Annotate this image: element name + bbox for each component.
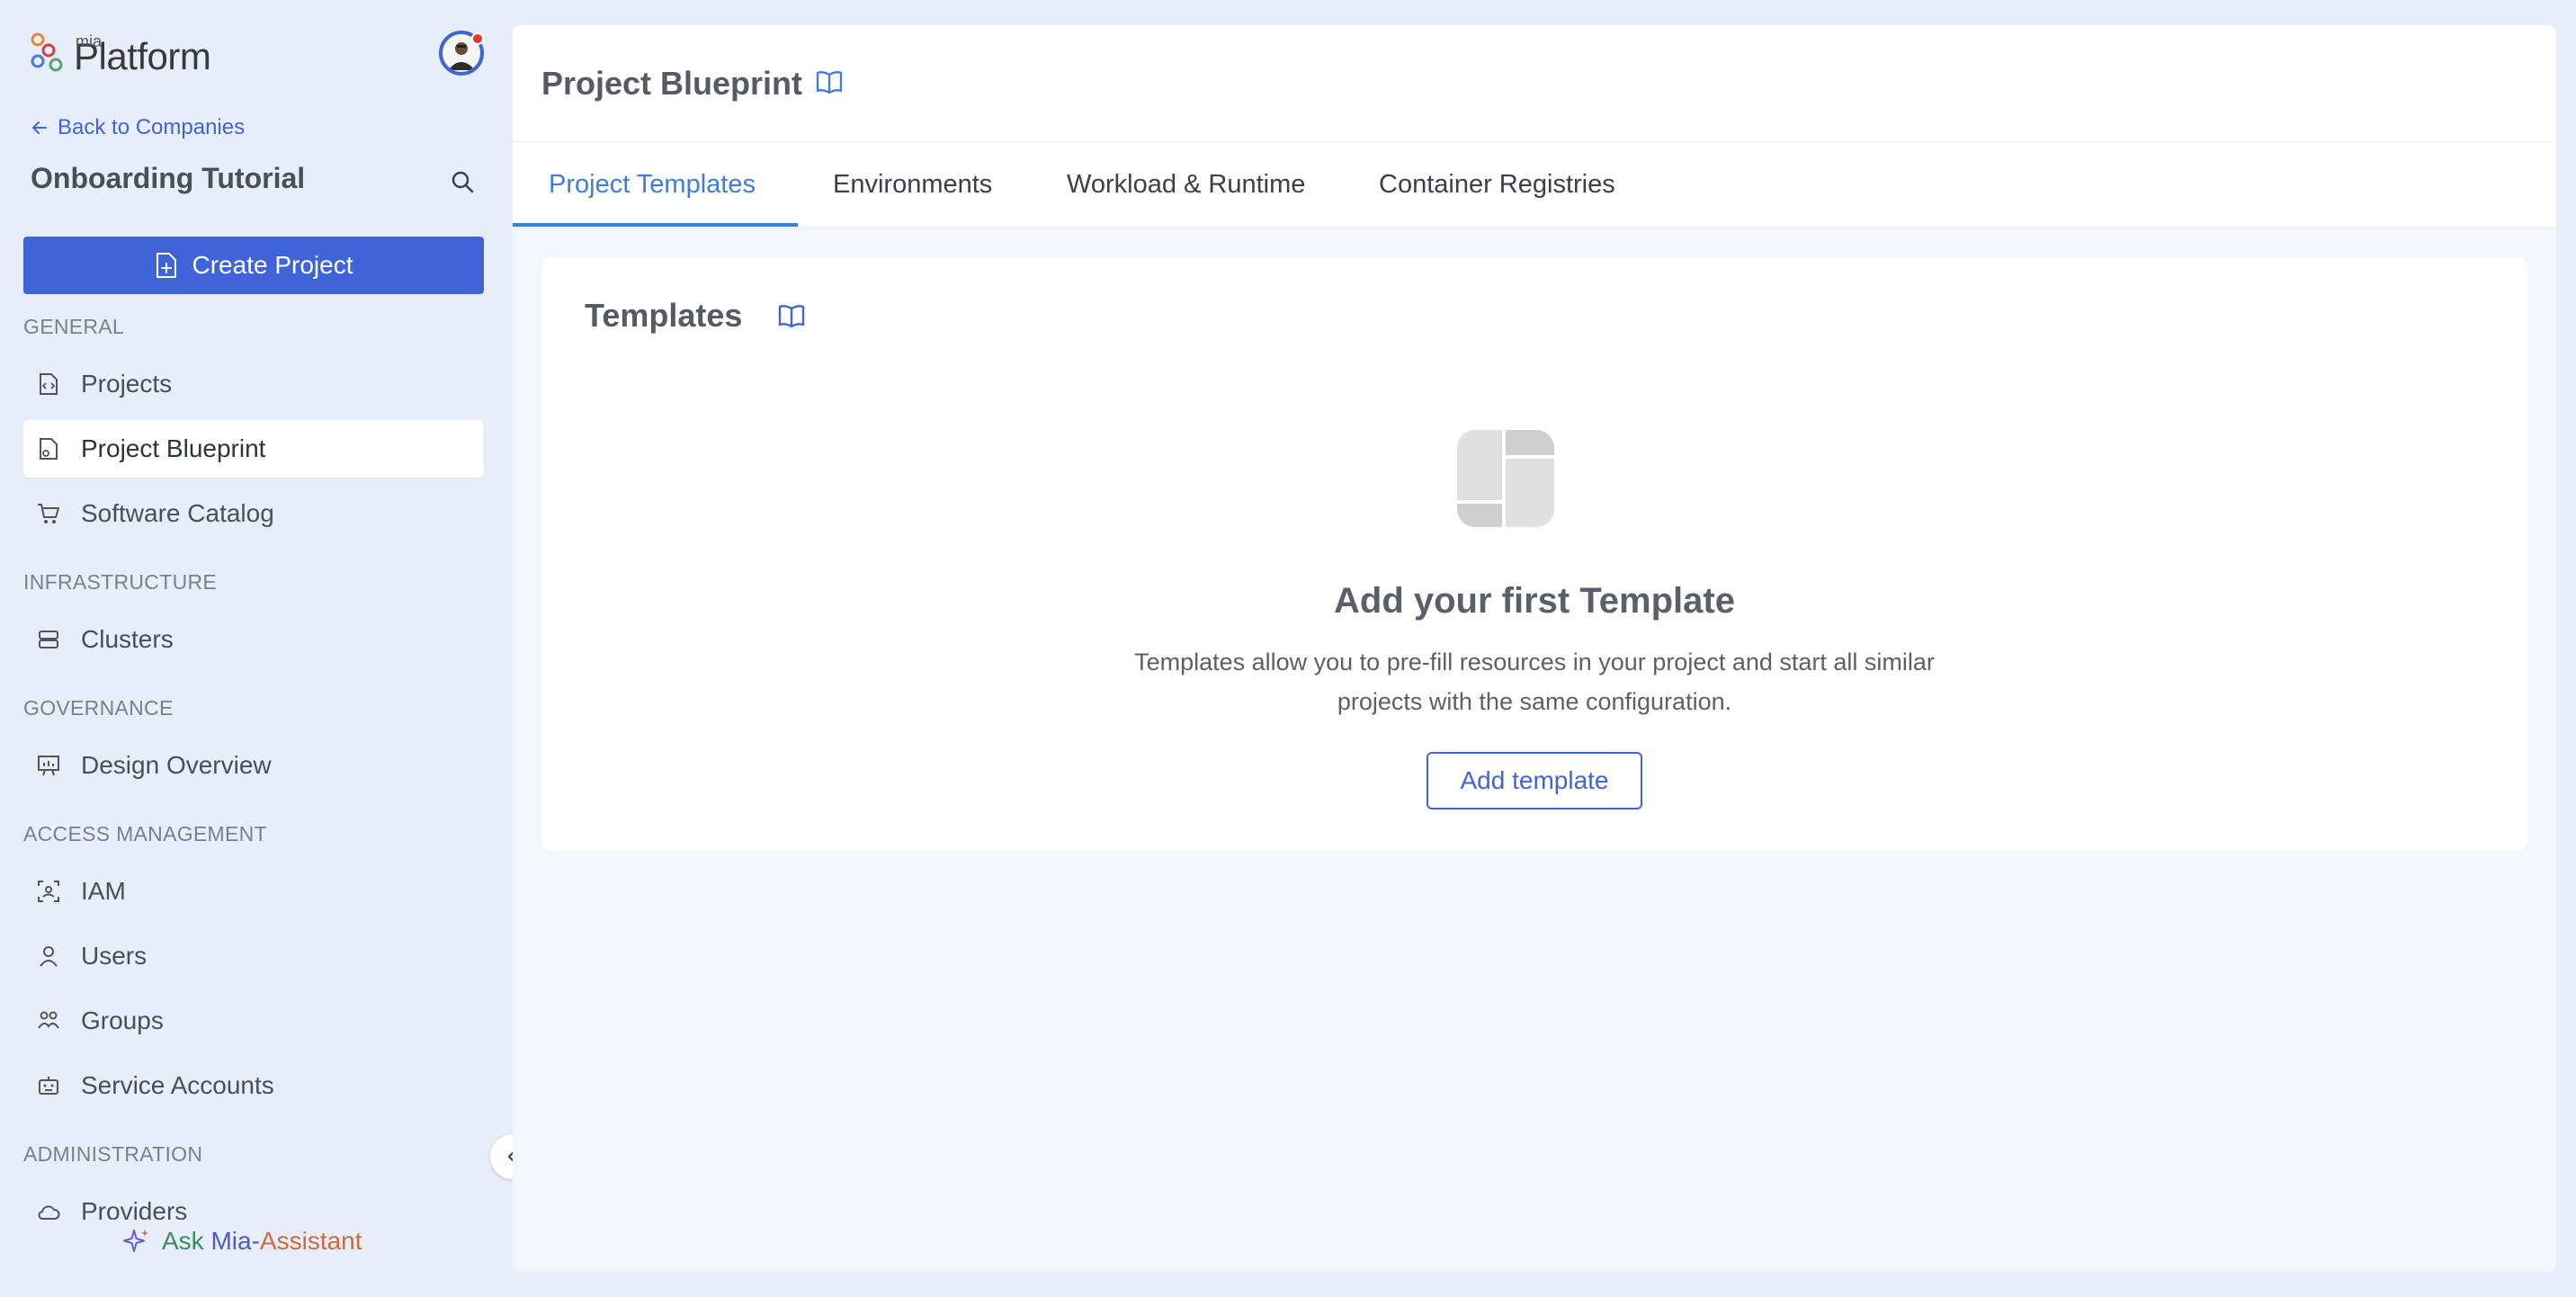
page-header: Project Blueprint [513, 25, 2556, 142]
file-plus-icon [156, 253, 176, 278]
presentation-icon [38, 756, 59, 776]
server-icon [39, 631, 58, 648]
notification-dot [471, 32, 484, 45]
sidebar-item-label: IAM [81, 877, 126, 905]
sidebar-item-users[interactable]: Users [23, 927, 484, 985]
file-settings-icon [40, 438, 58, 460]
tab-bar: Project Templates Environments Workload … [513, 142, 2556, 227]
sidebar: mia Platform Back to Companies Onboardin… [0, 0, 513, 1297]
user-icon [40, 946, 58, 967]
search-button[interactable] [444, 164, 480, 200]
robot-icon [39, 1077, 58, 1095]
main-content: Project Blueprint Project Templates Envi… [513, 25, 2556, 1272]
sidebar-item-label: Groups [81, 1006, 164, 1034]
sidebar-scroll-clip: Providers [0, 1178, 513, 1220]
active-tab-indicator [513, 223, 798, 227]
sidebar-item-service-accounts[interactable]: Service Accounts [23, 1057, 484, 1114]
sidebar-item-iam[interactable]: IAM [23, 863, 484, 920]
sidebar-item-label: Users [81, 942, 148, 970]
tab-workload-runtime[interactable]: Workload & Runtime [1067, 142, 1305, 227]
sidebar-item-label: Service Accounts [81, 1071, 274, 1099]
section-administration: ADMINISTRATION [23, 1142, 203, 1166]
empty-state-description: Templates allow you to pre-fill resource… [1134, 648, 1935, 715]
tab-container-registries[interactable]: Container Registries [1379, 142, 1615, 227]
book-icon[interactable] [777, 302, 806, 329]
sidebar-item-label: Software Catalog [81, 499, 274, 527]
create-project-label: Create Project [192, 251, 353, 279]
user-scan-icon [38, 881, 59, 902]
sidebar-item-providers[interactable]: Providers [23, 1183, 484, 1220]
assistant-name-text: Assistant [259, 1227, 362, 1255]
assistant-ask-text: Ask [162, 1227, 204, 1255]
users-group-icon [38, 1011, 59, 1029]
search-icon [452, 171, 474, 193]
section-access-management: ACCESS MANAGEMENT [23, 822, 267, 845]
add-template-button[interactable]: Add template [1427, 752, 1642, 810]
sidebar-item-projects[interactable]: Projects [23, 355, 484, 413]
templates-title: Templates [585, 297, 743, 334]
sidebar-item-groups[interactable]: Groups [23, 992, 484, 1050]
create-project-button[interactable]: Create Project [23, 237, 484, 294]
book-icon[interactable] [815, 68, 844, 95]
cart-icon [38, 504, 59, 523]
empty-state-title: Add your first Template [1334, 581, 1735, 621]
sidebar-item-label: Project Blueprint [81, 434, 266, 462]
tab-environments[interactable]: Environments [833, 142, 992, 227]
cloud-icon [38, 1205, 60, 1220]
sparkle-icon [123, 1230, 148, 1252]
template-layout-icon [1457, 430, 1554, 527]
sidebar-item-project-blueprint[interactable]: Project Blueprint [23, 420, 484, 478]
section-governance: GOVERNANCE [23, 696, 174, 720]
company-title: Onboarding Tutorial [31, 162, 306, 194]
logo-small-text: mia [76, 32, 103, 50]
assistant-mia-text: Mia- [210, 1227, 260, 1255]
back-link-label: Back to Companies [58, 115, 246, 139]
templates-card: Templates Add your first Template Templa… [541, 257, 2527, 851]
sidebar-item-label: Clusters [81, 625, 174, 653]
tab-project-templates[interactable]: Project Templates [549, 142, 756, 227]
mia-platform-logo[interactable]: mia Platform [29, 31, 211, 76]
logo-mark-icon [31, 32, 63, 72]
sidebar-item-clusters[interactable]: Clusters [23, 611, 484, 668]
ask-mia-assistant-button[interactable]: Ask Mia-Assistant [122, 1227, 362, 1256]
file-code-icon [40, 373, 58, 395]
sidebar-item-software-catalog[interactable]: Software Catalog [23, 485, 484, 542]
back-to-companies-link[interactable]: Back to Companies [31, 115, 245, 140]
sidebar-item-design-overview[interactable]: Design Overview [23, 737, 484, 794]
page-title: Project Blueprint [541, 65, 803, 102]
sidebar-item-label: Design Overview [81, 751, 272, 779]
section-general: GENERAL [23, 315, 125, 338]
arrow-left-icon [32, 121, 47, 134]
section-infrastructure: INFRASTRUCTURE [23, 570, 218, 594]
sidebar-item-label: Projects [81, 370, 173, 398]
sidebar-item-label: Providers [81, 1197, 188, 1220]
